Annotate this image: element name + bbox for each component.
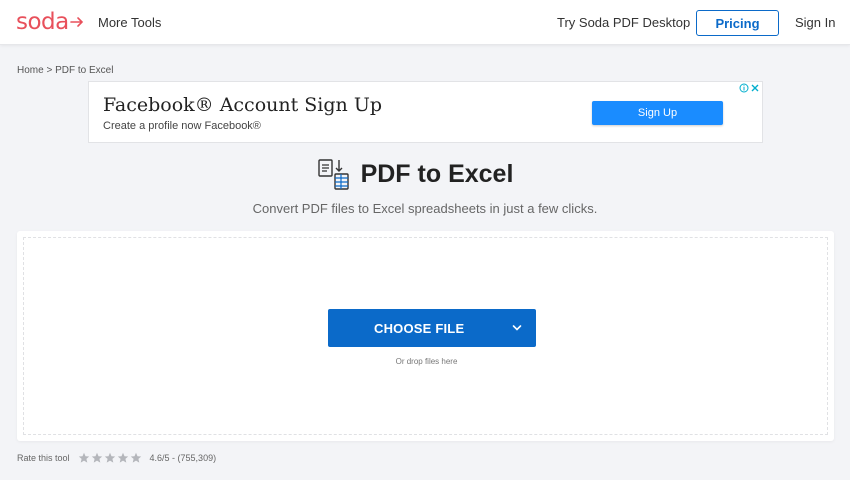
breadcrumb-separator: > — [46, 65, 53, 76]
rating-score: 4.6/5 - (755,309) — [149, 453, 217, 463]
star-icon[interactable] — [91, 452, 103, 464]
rating-label: Rate this tool — [17, 453, 70, 463]
page-title: PDF to Excel — [360, 159, 514, 188]
star-icon[interactable] — [130, 452, 142, 464]
soda-logo[interactable]: soda — [16, 9, 84, 35]
choose-file-button[interactable]: CHOOSE FILE — [328, 309, 536, 347]
ad-banner[interactable]: Facebook® Account Sign Up Create a profi… — [88, 81, 763, 143]
chevron-down-icon[interactable] — [512, 323, 522, 333]
logo-text: soda — [16, 9, 69, 35]
star-icon[interactable] — [78, 452, 90, 464]
breadcrumb: Home > PDF to Excel — [17, 65, 113, 76]
logo-arrow-icon — [69, 17, 83, 27]
rating-bar: Rate this tool 4.6/5 - (755,309) — [17, 452, 216, 464]
pricing-button[interactable]: Pricing — [696, 10, 779, 36]
breadcrumb-current: PDF to Excel — [55, 65, 114, 76]
drop-files-hint: Or drop files here — [395, 357, 458, 366]
ad-sign-up-button[interactable]: Sign Up — [592, 101, 723, 125]
breadcrumb-home[interactable]: Home — [17, 65, 44, 76]
pdf-to-excel-icon — [317, 159, 349, 190]
ad-title[interactable]: Facebook® Account Sign Up — [103, 94, 382, 116]
star-icon[interactable] — [117, 452, 129, 464]
more-tools-menu[interactable]: More Tools — [98, 15, 161, 30]
info-icon[interactable] — [739, 83, 749, 93]
sign-in-link[interactable]: Sign In — [795, 15, 835, 30]
close-icon[interactable] — [750, 83, 760, 93]
choose-file-label: CHOOSE FILE — [374, 321, 465, 336]
rating-stars[interactable] — [78, 452, 142, 464]
page-subtitle: Convert PDF files to Excel spreadsheets … — [252, 201, 598, 216]
tool-header: PDF to Excel — [0, 157, 850, 191]
upload-card: CHOOSE FILE Or drop files here — [17, 231, 834, 441]
top-navbar: soda More Tools Try Soda PDF Desktop Pri… — [0, 0, 850, 45]
file-drop-zone[interactable]: CHOOSE FILE Or drop files here — [23, 237, 828, 435]
ad-choices — [739, 83, 760, 93]
try-desktop-link[interactable]: Try Soda PDF Desktop — [557, 15, 690, 30]
ad-subtitle: Create a profile now Facebook® — [103, 120, 261, 132]
star-icon[interactable] — [104, 452, 116, 464]
